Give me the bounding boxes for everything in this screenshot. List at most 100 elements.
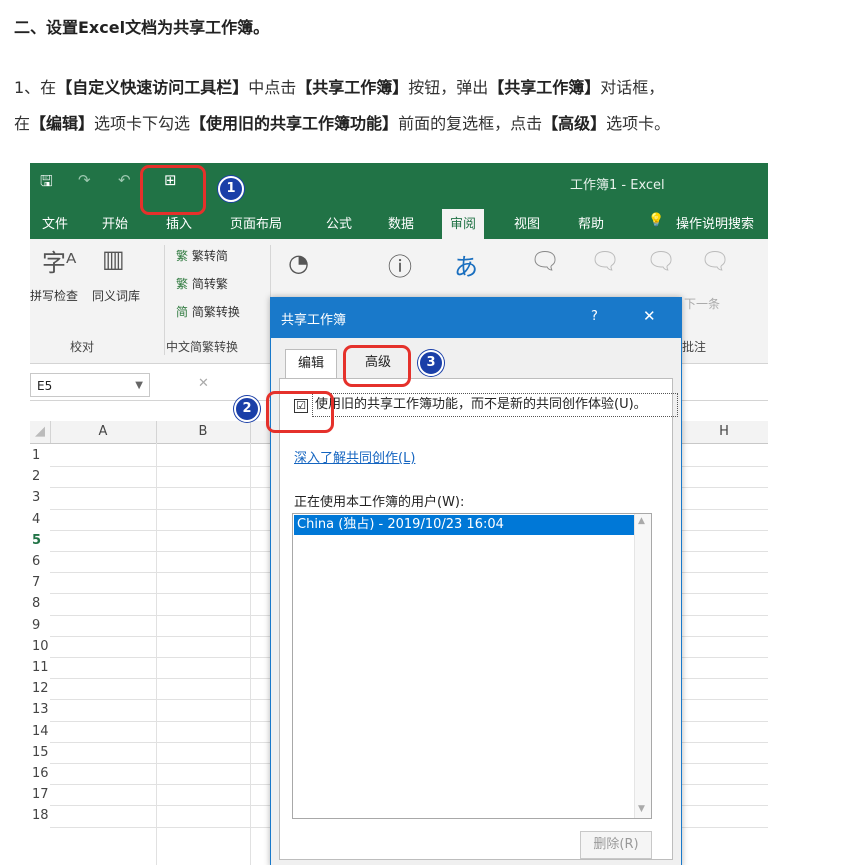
delete-comment-icon: 🗨 [590, 247, 621, 275]
share-workbook-dialog: 共享工作簿 ? ✕ 编辑 高级 ☑ 使用旧的共享工作簿功能，而不是新的共同创作体… [270, 297, 682, 865]
p2-text: 选项卡下勾选 [94, 114, 191, 133]
row-header[interactable]: 17 [30, 784, 52, 805]
p1-text: 中点击 [248, 78, 297, 97]
tab-editing[interactable]: 编辑 [285, 349, 338, 378]
lightbulb-icon[interactable]: 💡 [648, 213, 664, 228]
p2-text: 选项卡。 [606, 114, 671, 133]
cancel-icon[interactable]: ✕ [198, 376, 209, 391]
window-title: 工作簿1 - Excel [570, 178, 665, 193]
scrollbar[interactable]: ▲ ▼ [634, 514, 651, 818]
scroll-up-icon[interactable]: ▲ [638, 516, 645, 526]
tab-data[interactable]: 数据 [388, 213, 414, 232]
undo-icon[interactable]: ↶ [118, 171, 131, 189]
article-heading: 二、设置Excel文档为共享工作簿。 [14, 18, 270, 37]
row-header[interactable]: 13 [30, 699, 52, 720]
column-header-a[interactable]: A [50, 421, 157, 443]
row-header[interactable]: 5 [30, 530, 52, 551]
thesaurus-button[interactable]: 同义词库 [92, 287, 140, 304]
scroll-down-icon[interactable]: ▼ [638, 804, 645, 814]
legacy-sharing-label[interactable]: 使用旧的共享工作簿功能，而不是新的共同创作体验(U)。 [312, 393, 678, 417]
spell-check-button[interactable]: 拼写检查 [30, 287, 78, 304]
row-header[interactable]: 9 [30, 615, 52, 636]
p1-text: 按钮，弹出 [408, 78, 489, 97]
proofing-group-label: 校对 [70, 340, 95, 354]
grid-vline [156, 443, 157, 865]
row-header[interactable]: 3 [30, 487, 52, 508]
row-header[interactable]: 16 [30, 763, 52, 784]
simp-to-trad-button[interactable]: 繁 简转繁 [176, 275, 228, 292]
next-comment-icon: 🗨 [700, 247, 731, 275]
column-header-h[interactable]: H [680, 421, 768, 443]
chevron-down-icon[interactable]: ▼ [135, 374, 143, 398]
convert-label: 简繁转换 [191, 305, 240, 319]
p1-bold: 【自定义快速访问工具栏】 [56, 78, 249, 97]
previous-comment-icon: 🗨 [646, 247, 677, 275]
name-box[interactable]: E5 ▼ [30, 373, 150, 397]
p2-bold: 【高级】 [542, 114, 607, 133]
row-header[interactable]: 6 [30, 551, 52, 572]
tab-formulas[interactable]: 公式 [326, 213, 352, 232]
translate-icon[interactable]: あ [454, 247, 478, 282]
users-list[interactable]: China (独占) - 2019/10/23 16:04 ▲ ▼ [292, 513, 652, 819]
trad-to-simp-icon: 繁 [176, 249, 192, 263]
annotation-box-share-button [140, 165, 206, 215]
p2-text: 前面的复选框，点击 [398, 114, 543, 133]
row-header[interactable]: 1 [30, 445, 52, 466]
convert-button[interactable]: 简 简繁转换 [176, 303, 240, 320]
chinese-conversion-group-label: 中文简繁转换 [166, 340, 239, 354]
annotation-badge-1: 1 [218, 176, 244, 202]
next-comment-label: 下一条 [684, 297, 721, 311]
comments-group-label: 批注 [682, 340, 707, 354]
tab-page-layout[interactable]: 页面布局 [230, 213, 282, 232]
dialog-title: 共享工作簿 [281, 313, 347, 328]
convert-icon: 简 [176, 305, 192, 319]
users-label: 正在使用本工作簿的用户(W): [294, 495, 465, 510]
row-header[interactable]: 2 [30, 466, 52, 487]
row-header[interactable]: 14 [30, 721, 52, 742]
row-header[interactable]: 8 [30, 593, 52, 614]
tab-home[interactable]: 开始 [102, 213, 128, 232]
learn-coauthoring-link[interactable]: 深入了解共同创作(L) [294, 447, 415, 466]
tab-tell-me[interactable]: 操作说明搜索 [676, 213, 754, 232]
spell-check-icon: 字ᴬ [42, 249, 77, 277]
smart-lookup-icon[interactable]: ⓘ [388, 247, 412, 282]
p2-bold: 【使用旧的共享工作簿功能】 [190, 114, 399, 133]
save-icon[interactable]: 🖫 [40, 171, 53, 196]
row-header[interactable]: 10 [30, 636, 52, 657]
tab-view[interactable]: 视图 [514, 213, 540, 232]
excel-screenshot: 🖫 ↷ ↶ ⊞ 工作簿1 - Excel 文件 开始 插入 页面布局 公式 数据… [30, 163, 768, 865]
accessibility-icon[interactable]: ◔ [288, 249, 309, 277]
p1-text: 1、在 [14, 78, 57, 97]
row-header[interactable]: 11 [30, 657, 52, 678]
p1-text: 对话框， [600, 78, 665, 97]
tab-file[interactable]: 文件 [42, 213, 68, 232]
row-header[interactable]: 15 [30, 742, 52, 763]
tab-review[interactable]: 审阅 [442, 209, 485, 240]
trad-to-simp-button[interactable]: 繁 繁转简 [176, 247, 228, 264]
row-header[interactable]: 12 [30, 678, 52, 699]
select-all[interactable]: ◢ [30, 421, 51, 443]
p2-bold: 【编辑】 [30, 114, 95, 133]
simp-to-trad-label: 简转繁 [191, 277, 228, 291]
annotation-badge-2: 2 [234, 396, 260, 422]
p2-text: 在 [14, 114, 31, 133]
help-button[interactable]: ? [591, 309, 598, 324]
column-header-b[interactable]: B [156, 421, 251, 443]
annotation-badge-3: 3 [418, 350, 444, 376]
row-header[interactable]: 18 [30, 805, 52, 826]
new-comment-icon[interactable]: 🗨 [530, 247, 560, 275]
name-box-value: E5 [37, 379, 53, 393]
editing-panel: ☑ 使用旧的共享工作簿功能，而不是新的共同创作体验(U)。 深入了解共同创作(L… [279, 378, 678, 860]
row-header[interactable]: 4 [30, 509, 52, 530]
separator [164, 245, 165, 355]
row-header[interactable]: 7 [30, 572, 52, 593]
annotation-box-checkbox [266, 391, 334, 433]
simp-to-trad-icon: 繁 [176, 277, 192, 291]
paragraph-2: 在【编辑】选项卡下勾选【使用旧的共享工作簿功能】前面的复选框，点击【高级】选项卡… [14, 110, 670, 134]
remove-user-button[interactable]: 删除(R) [580, 831, 652, 859]
close-icon[interactable]: ✕ [643, 307, 656, 325]
redo-icon[interactable]: ↷ [78, 171, 91, 189]
tab-insert[interactable]: 插入 [166, 213, 192, 232]
list-item[interactable]: China (独占) - 2019/10/23 16:04 [294, 515, 638, 535]
tab-help[interactable]: 帮助 [578, 213, 604, 232]
